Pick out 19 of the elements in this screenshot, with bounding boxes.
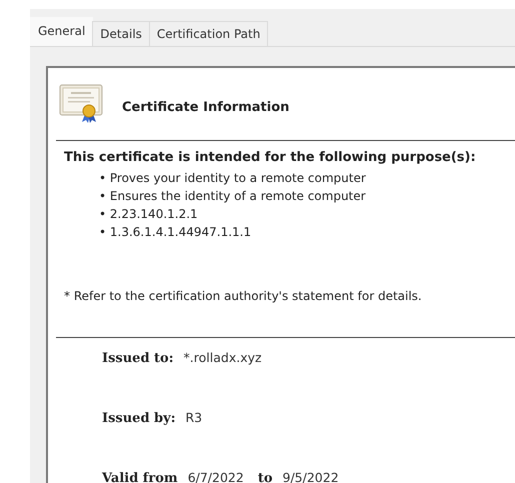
tab[interactable]: Details <box>92 21 150 46</box>
field-label: to <box>258 471 273 483</box>
field-value: *.rolladx.xyz <box>184 350 262 365</box>
tab[interactable]: Certification Path <box>148 21 268 46</box>
purpose-item: • 1.3.6.1.4.1.44947.1.1.1 <box>98 224 252 241</box>
field-label: Issued to: <box>102 351 174 366</box>
field-label: Issued by: <box>102 411 176 426</box>
section-title: Certificate Information <box>122 100 290 114</box>
field-label: Valid from <box>102 471 178 483</box>
field-value: 6/7/2022 <box>188 470 244 483</box>
field-value: 9/5/2022 <box>282 470 339 483</box>
footnote: * Refer to the certification authority's statement for details. <box>64 289 423 303</box>
purpose-item: • Ensures the identity of a remote computer <box>98 188 367 205</box>
tab[interactable]: General <box>30 17 94 46</box>
purpose-item: • Proves your identity to a remote computer <box>98 170 367 187</box>
field-value: R3 <box>186 410 202 425</box>
purpose-item: • 2.23.140.1.2.1 <box>98 206 199 223</box>
certificate-icon <box>59 84 103 124</box>
purpose-heading: This certificate is intended for the following purpose(s): <box>64 150 477 165</box>
